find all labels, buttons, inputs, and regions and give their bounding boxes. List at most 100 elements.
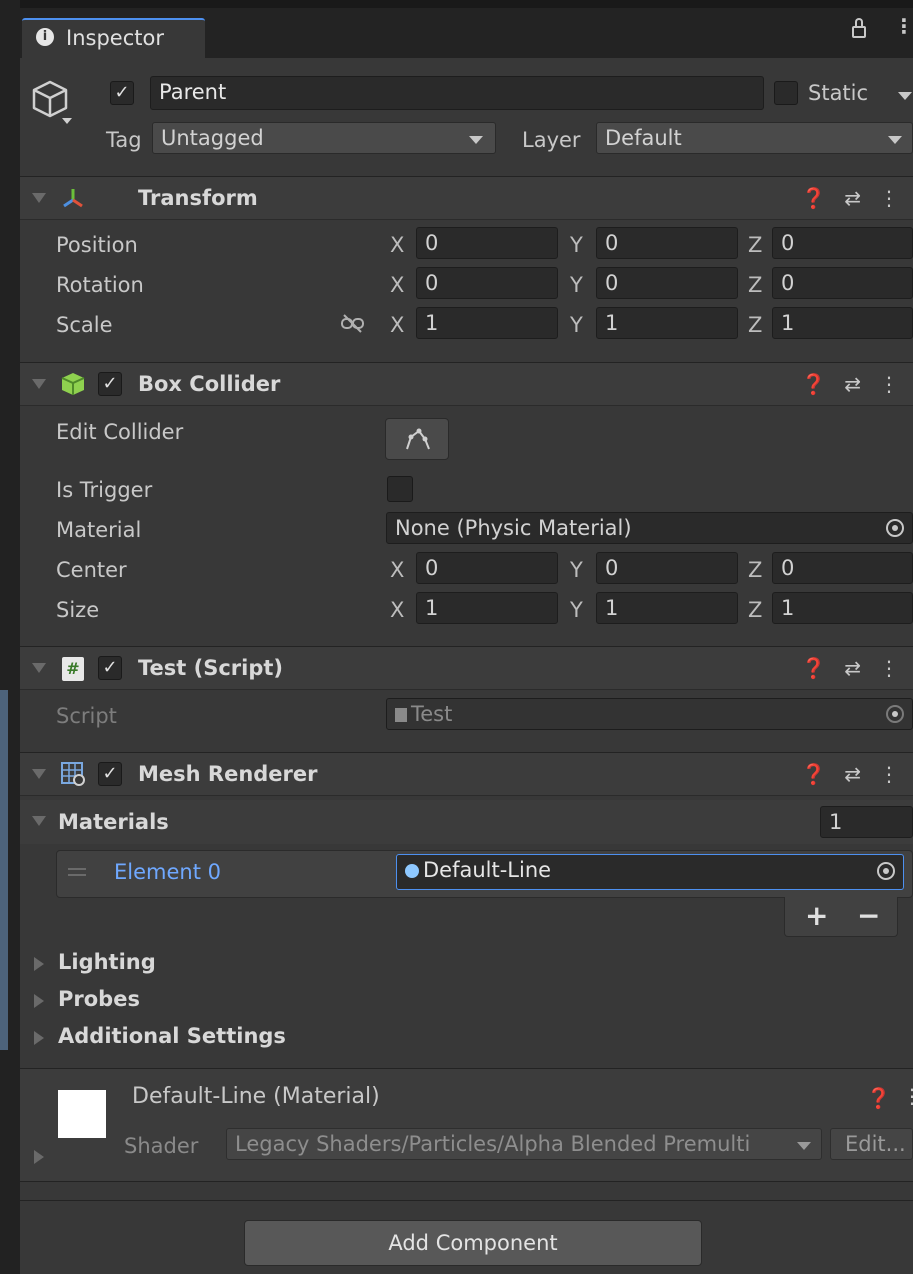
size-y-field[interactable]: 1 [596, 592, 738, 624]
rotation-y-field[interactable]: 0 [596, 267, 738, 299]
fold-arrow-icon[interactable] [32, 379, 46, 389]
probes-fold-arrow-icon[interactable] [34, 994, 44, 1008]
tag-dropdown[interactable]: Untagged [152, 122, 496, 154]
axis-y-label[interactable]: Y [570, 273, 583, 297]
fold-arrow-icon[interactable] [32, 193, 46, 203]
kebab-menu-icon[interactable]: ⋮ [879, 762, 899, 786]
test-script-header[interactable]: # ✓ Test (Script) ❓ ⇄ ⋮ [20, 646, 913, 690]
help-icon[interactable]: ❓ [801, 186, 826, 210]
layer-dropdown[interactable]: Default [596, 122, 913, 154]
edit-collider-button[interactable] [385, 418, 449, 460]
test-script-enabled-checkbox[interactable]: ✓ [98, 656, 122, 680]
script-label: Script [56, 704, 117, 728]
axis-x-label[interactable]: X [390, 598, 404, 622]
script-field[interactable]: Test [386, 698, 913, 730]
lighting-fold-arrow-icon[interactable] [34, 957, 44, 971]
center-z-field[interactable]: 0 [772, 552, 913, 584]
axis-x-label[interactable]: X [390, 558, 404, 582]
axis-z-label[interactable]: Z [748, 558, 762, 582]
center-y-field[interactable]: 0 [596, 552, 738, 584]
mesh-renderer-header[interactable]: ✓ Mesh Renderer ❓ ⇄ ⋮ [20, 752, 913, 796]
scale-x-field[interactable]: 1 [416, 307, 558, 339]
material-field[interactable]: None (Physic Material) [386, 512, 913, 544]
axis-x-label[interactable]: X [390, 233, 404, 257]
help-icon[interactable]: ❓ [801, 372, 826, 396]
lock-icon[interactable] [852, 18, 866, 38]
position-y-field[interactable]: 0 [596, 227, 738, 259]
kebab-menu-icon[interactable]: ⋮ [902, 1084, 913, 1108]
axis-z-label[interactable]: Z [748, 598, 762, 622]
gameobject-active-checkbox[interactable]: ✓ [110, 81, 134, 105]
axis-y-label[interactable]: Y [570, 233, 583, 257]
shader-dropdown[interactable]: Legacy Shaders/Particles/Alpha Blended P… [226, 1128, 822, 1160]
axis-y-label[interactable]: Y [570, 558, 583, 582]
additional-settings-foldout[interactable]: Additional Settings [58, 1024, 286, 1048]
center-x-field[interactable]: 0 [416, 552, 558, 584]
box-collider-enabled-checkbox[interactable]: ✓ [98, 372, 122, 396]
presets-icon[interactable]: ⇄ [844, 762, 861, 786]
tag-value: Untagged [161, 126, 264, 150]
add-element-button[interactable]: + [805, 899, 828, 932]
element-0-field[interactable]: Default-Line [396, 854, 904, 890]
material-preview [58, 1090, 106, 1138]
help-icon[interactable]: ❓ [866, 1086, 891, 1110]
box-collider-icon [60, 371, 86, 402]
static-dropdown-icon[interactable] [898, 92, 912, 100]
object-picker-icon[interactable] [877, 862, 895, 880]
presets-icon[interactable]: ⇄ [844, 372, 861, 396]
size-z-field[interactable]: 1 [772, 592, 913, 624]
fold-arrow-icon[interactable] [32, 816, 46, 826]
lighting-foldout[interactable]: Lighting [58, 950, 156, 974]
materials-foldout[interactable]: Materials [20, 800, 913, 844]
help-icon[interactable]: ❓ [801, 656, 826, 680]
presets-icon[interactable]: ⇄ [844, 656, 861, 680]
axis-x-label[interactable]: X [390, 273, 404, 297]
axis-x-label[interactable]: X [390, 313, 404, 337]
scale-y-field[interactable]: 1 [596, 307, 738, 339]
shader-edit-button[interactable]: Edit... [830, 1128, 913, 1160]
remove-element-button[interactable]: − [857, 899, 880, 932]
left-blue-highlight [0, 690, 8, 1050]
rotation-x-field[interactable]: 0 [416, 267, 558, 299]
add-component-button[interactable]: Add Component [244, 1220, 702, 1266]
gameobject-name-field[interactable]: Parent [150, 76, 764, 110]
size-x-field[interactable]: 1 [416, 592, 558, 624]
axis-z-label[interactable]: Z [748, 313, 762, 337]
mesh-renderer-enabled-checkbox[interactable]: ✓ [98, 762, 122, 786]
kebab-menu-icon[interactable]: ⋮ [879, 372, 899, 396]
axis-y-label[interactable]: Y [570, 313, 583, 337]
transform-header[interactable]: Transform ❓ ⇄ ⋮ [20, 176, 913, 220]
kebab-menu-icon[interactable]: ⋮ [879, 656, 899, 680]
axis-z-label[interactable]: Z [748, 233, 762, 257]
rotation-z-field[interactable]: 0 [772, 267, 913, 299]
probes-foldout[interactable]: Probes [58, 987, 140, 1011]
box-collider-header[interactable]: ✓ Box Collider ❓ ⇄ ⋮ [20, 362, 913, 406]
object-picker-icon[interactable] [886, 519, 904, 537]
shader-value: Legacy Shaders/Particles/Alpha Blended P… [235, 1132, 751, 1156]
position-label: Position [56, 233, 138, 257]
material-fold-arrow-icon[interactable] [34, 1150, 44, 1164]
kebab-menu-icon[interactable]: ⋮ [879, 186, 899, 210]
additional-settings-fold-arrow-icon[interactable] [34, 1031, 44, 1045]
tab-inspector[interactable]: i Inspector [22, 18, 205, 58]
layer-label: Layer [522, 128, 581, 152]
kebab-menu-icon[interactable]: ⋮ [894, 16, 913, 36]
constrain-proportions-icon[interactable] [340, 314, 366, 339]
static-checkbox[interactable] [774, 81, 798, 105]
scale-z-field[interactable]: 1 [772, 307, 913, 339]
fold-arrow-icon[interactable] [32, 663, 46, 673]
position-x-field[interactable]: 0 [416, 227, 558, 259]
materials-size-field[interactable]: 1 [820, 806, 913, 838]
mesh-renderer-title: Mesh Renderer [138, 762, 318, 786]
axis-y-label[interactable]: Y [570, 598, 583, 622]
presets-icon[interactable]: ⇄ [844, 186, 861, 210]
shader-dropdown-icon [797, 1142, 811, 1150]
fold-arrow-icon[interactable] [32, 769, 46, 779]
is-trigger-checkbox[interactable] [387, 476, 413, 502]
static-label[interactable]: Static [808, 81, 868, 105]
position-z-field[interactable]: 0 [772, 227, 913, 259]
help-icon[interactable]: ❓ [801, 762, 826, 786]
drag-handle-icon[interactable] [68, 868, 86, 876]
object-picker-icon[interactable] [886, 705, 904, 723]
axis-z-label[interactable]: Z [748, 273, 762, 297]
